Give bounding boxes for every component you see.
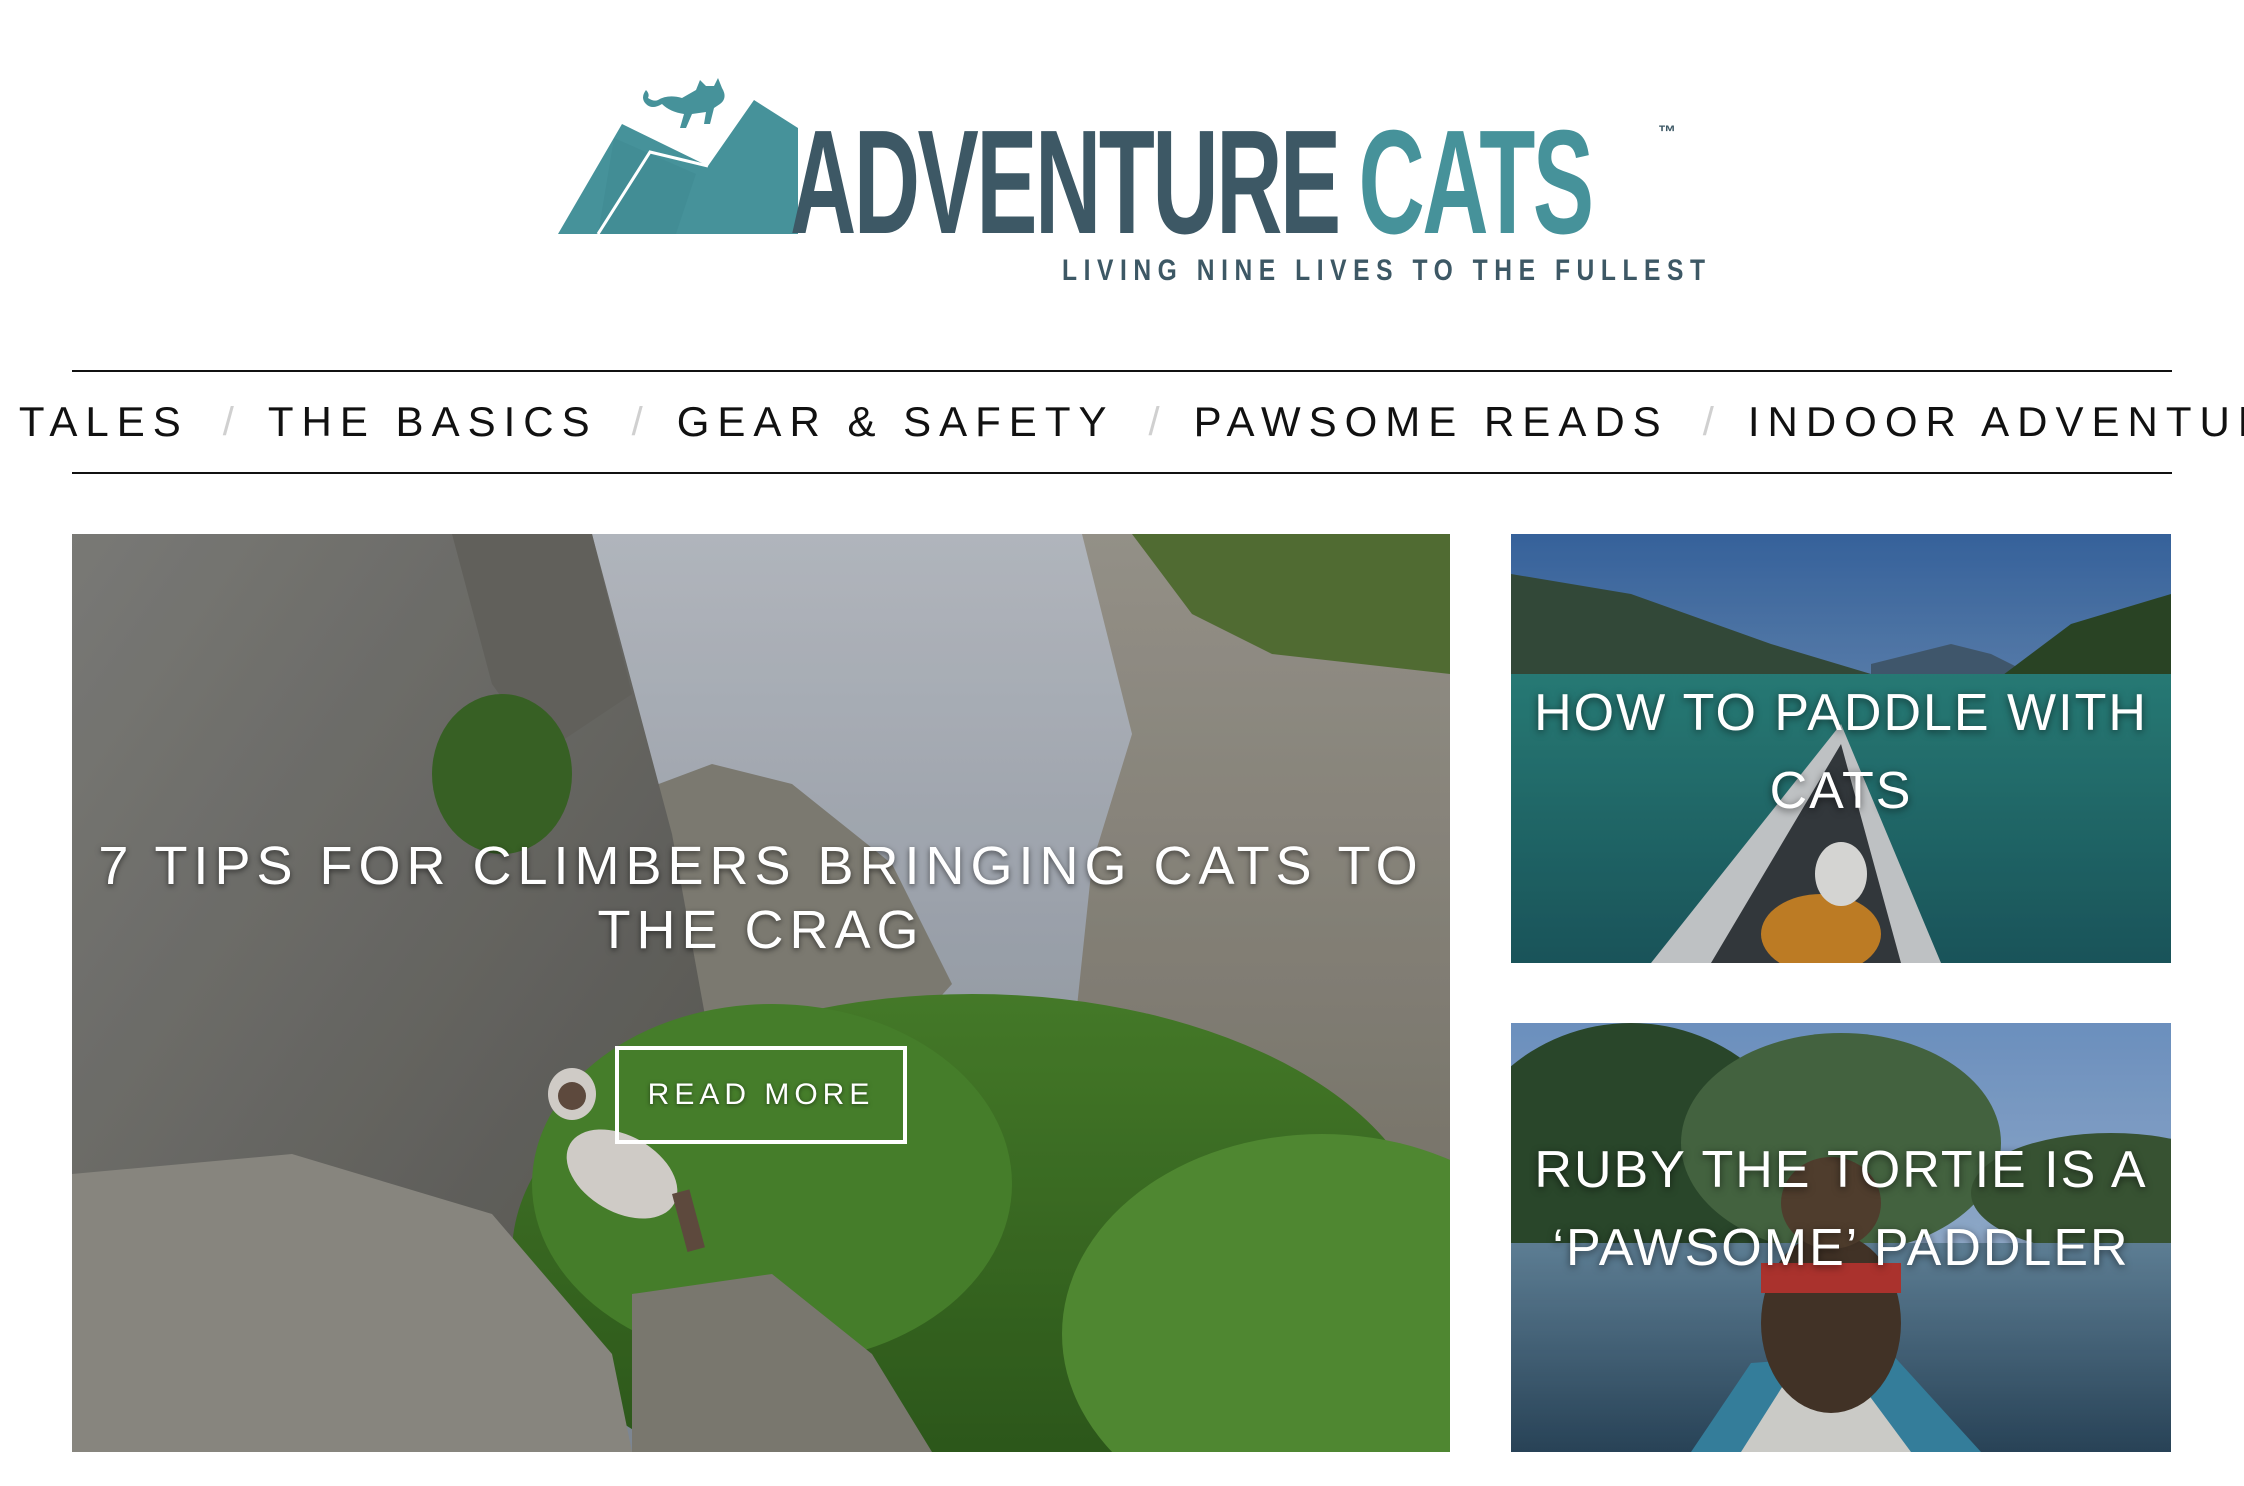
site-logo[interactable]: ADVENTURE CATS ™ LIVING NINE LIVES TO THE… [558,56,1705,296]
main-nav: CAT TALES / THE BASICS / GEAR & SAFETY /… [0,370,2244,474]
logo-word-cats: CATS [1358,100,1595,265]
cat-on-mountain-icon [558,78,798,235]
nav-separator: / [631,399,643,444]
nav-separator: / [1702,399,1714,444]
featured-article-title[interactable]: 7 TIPS FOR CLIMBERS BRINGING CATS TO THE… [72,834,1450,962]
article-card-ruby[interactable]: RUBY THE TORTIE IS A ‘PAWSOME’ PADDLER [1511,1023,2171,1452]
nav-item-gear-safety[interactable]: GEAR & SAFETY [677,398,1115,446]
nav-item-cat-tales[interactable]: CAT TALES [0,398,189,446]
read-more-button[interactable]: READ MORE [615,1046,907,1144]
nav-separator: / [1148,399,1160,444]
nav-item-the-basics[interactable]: THE BASICS [268,398,598,446]
logo-wordmark: ADVENTURE CATS [790,108,1594,258]
nav-item-indoor-adventures[interactable]: INDOOR ADVENTURES [1748,398,2244,446]
article-title-ruby[interactable]: RUBY THE TORTIE IS A ‘PAWSOME’ PADDLER [1511,1131,2171,1287]
logo-word-adventure: ADVENTURE [790,100,1341,265]
nav-separator: / [222,399,234,444]
nav-item-pawsome-reads[interactable]: PAWSOME READS [1194,398,1669,446]
trademark-symbol: ™ [1658,122,1676,142]
featured-article-card[interactable]: 7 TIPS FOR CLIMBERS BRINGING CATS TO THE… [72,534,1450,1452]
logo-tagline: LIVING NINE LIVES TO THE FULLEST [1062,254,1712,287]
page: ADVENTURE CATS ™ LIVING NINE LIVES TO THE… [0,0,2244,1486]
article-card-paddle[interactable]: HOW TO PADDLE WITH CATS [1511,534,2171,963]
article-title-paddle[interactable]: HOW TO PADDLE WITH CATS [1511,674,2171,830]
image-overlay [72,534,1450,1452]
